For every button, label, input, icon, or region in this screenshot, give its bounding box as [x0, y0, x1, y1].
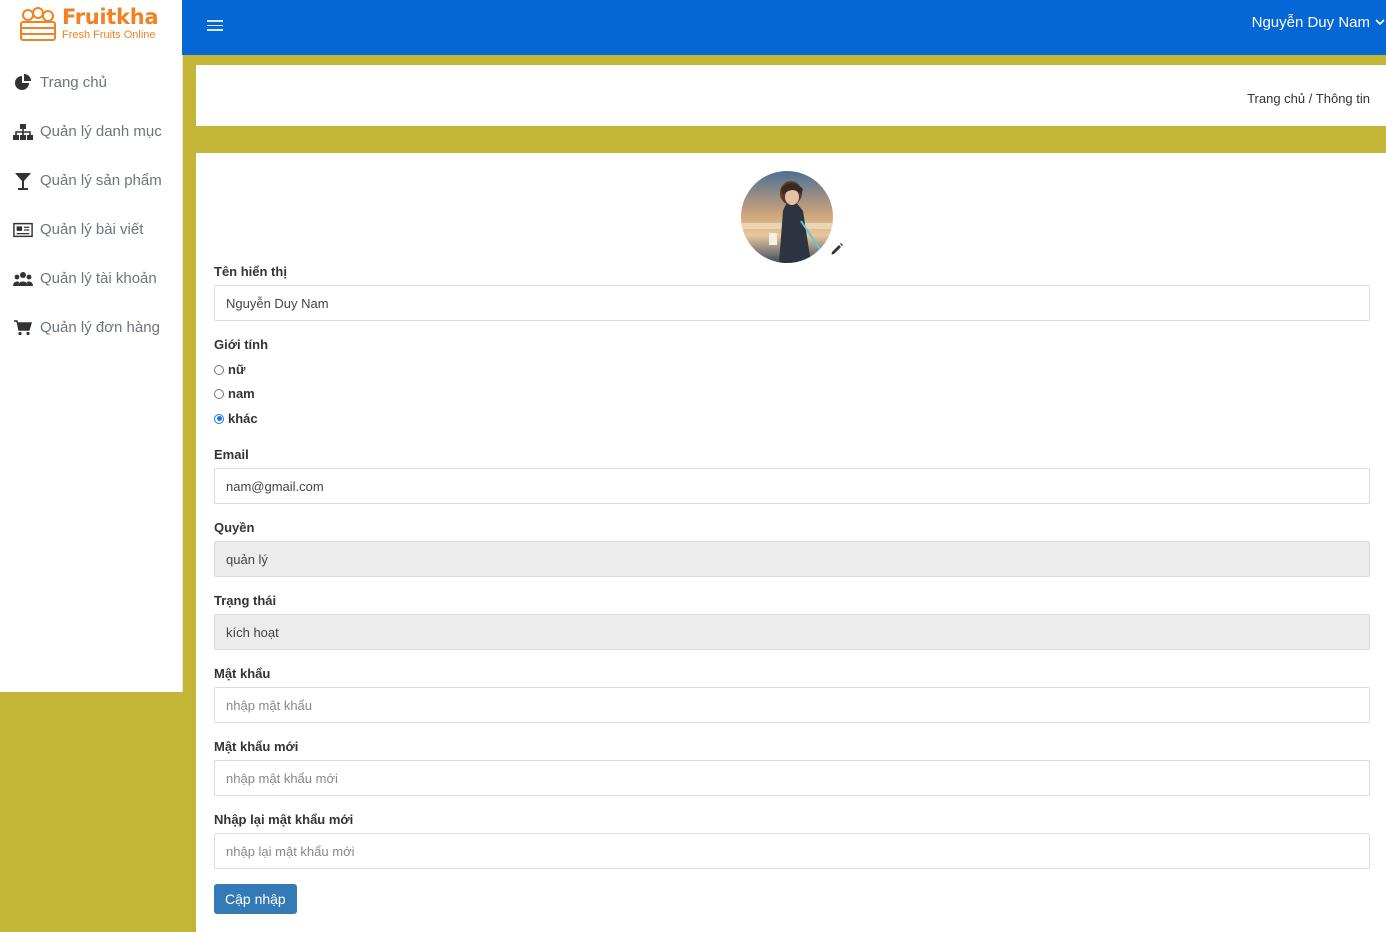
pie-chart-icon — [13, 73, 33, 93]
hamburger-icon[interactable] — [207, 20, 223, 33]
shopping-cart-icon — [13, 318, 33, 338]
sidebar-item-label: Quản lý đơn hàng — [40, 319, 160, 336]
password-field[interactable] — [214, 687, 1370, 723]
role-field — [214, 541, 1370, 577]
radio-button[interactable] — [214, 364, 224, 375]
status-label: Trạng thái — [214, 593, 277, 608]
sidebar-item-home[interactable]: Trang chủ — [0, 58, 182, 107]
radio-label: khác — [228, 411, 258, 426]
breadcrumb-current: Thông tin — [1315, 91, 1370, 106]
breadcrumb-panel: Trang chủ / Thông tin — [196, 65, 1386, 126]
sidebar-item-label: Trang chủ — [40, 74, 107, 91]
radio-label: nữ — [228, 362, 246, 377]
email-field[interactable] — [214, 468, 1370, 504]
sidebar-item-accounts[interactable]: Quản lý tài khoản — [0, 254, 182, 303]
sidebar: Fruitkha Fresh Fruits Online Trang chủ Q… — [0, 0, 183, 692]
breadcrumb-home-link[interactable]: Trang chủ — [1247, 91, 1305, 106]
sidebar-item-label: Quản lý tài khoản — [40, 270, 157, 287]
avatar-image — [741, 171, 833, 263]
role-label: Quyền — [214, 520, 255, 535]
update-button[interactable]: Cập nhập — [214, 884, 297, 914]
breadcrumb: Trang chủ / Thông tin — [1247, 91, 1370, 106]
brand-name: Fruitkha — [62, 5, 159, 29]
avatar[interactable] — [741, 171, 833, 263]
top-navbar: Nguyễn Duy Nam — [182, 0, 1386, 55]
status-field — [214, 614, 1370, 650]
user-menu[interactable]: Nguyễn Duy Nam — [1252, 14, 1386, 31]
profile-panel: Tên hiển thị Giới tính nữ nam khác Email… — [196, 153, 1386, 932]
cocktail-glass-icon — [13, 171, 33, 191]
sidebar-item-label: Quản lý sản phẩm — [40, 172, 162, 189]
pencil-icon[interactable] — [830, 242, 844, 256]
sidebar-nav: Trang chủ Quản lý danh mục Quản lý sản p… — [0, 58, 182, 352]
chevron-down-icon — [1375, 19, 1385, 26]
user-name: Nguyễn Duy Nam — [1251, 14, 1370, 31]
sidebar-item-orders[interactable]: Quản lý đơn hàng — [0, 303, 182, 352]
sitemap-icon — [13, 122, 33, 142]
display-name-field[interactable] — [214, 285, 1370, 321]
confirm-password-field[interactable] — [214, 833, 1370, 869]
sidebar-item-label: Quản lý bài viết — [40, 221, 144, 238]
brand-logo[interactable]: Fruitkha Fresh Fruits Online — [19, 4, 159, 44]
brand-tagline: Fresh Fruits Online — [62, 29, 156, 41]
sidebar-item-categories[interactable]: Quản lý danh mục — [0, 107, 182, 156]
fruit-basket-icon — [20, 7, 56, 41]
breadcrumb-separator: / — [1308, 91, 1313, 106]
confirm-password-label: Nhập lại mật khẩu mới — [214, 812, 354, 827]
password-label: Mật khẩu — [214, 666, 271, 681]
sidebar-item-posts[interactable]: Quản lý bài viết — [0, 205, 182, 254]
radio-label: nam — [228, 386, 255, 401]
gender-label: Giới tính — [214, 337, 269, 352]
radio-button-selected[interactable] — [214, 413, 224, 424]
newspaper-icon — [13, 220, 33, 240]
radio-button[interactable] — [214, 388, 224, 399]
new-password-label: Mật khẩu mới — [214, 739, 299, 754]
email-label: Email — [214, 447, 249, 462]
users-icon — [13, 269, 33, 289]
new-password-field[interactable] — [214, 760, 1370, 796]
gender-radio-other[interactable]: khác — [214, 411, 258, 426]
sidebar-item-products[interactable]: Quản lý sản phẩm — [0, 156, 182, 205]
display-name-label: Tên hiển thị — [214, 264, 287, 279]
gender-radio-female[interactable]: nữ — [214, 362, 245, 377]
sidebar-item-label: Quản lý danh mục — [40, 123, 162, 140]
gender-radio-male[interactable]: nam — [214, 386, 255, 401]
